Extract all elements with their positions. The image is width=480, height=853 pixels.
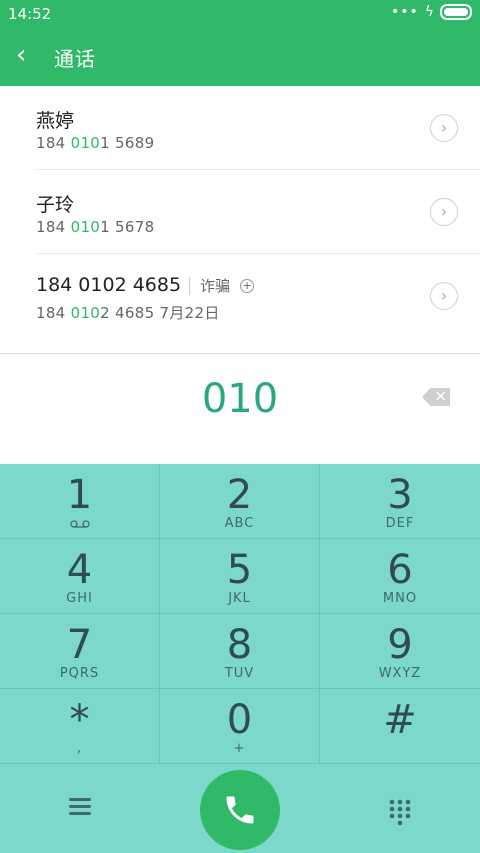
add-contact-icon[interactable]: + [240,278,255,293]
battery-icon [440,4,472,20]
key-digit: 8 [226,622,253,668]
number-suffix: 2 4685 7月22日 [100,304,220,322]
number-match: 010 [70,304,101,322]
chevron-right-icon[interactable]: › [430,114,458,142]
key-letters: ABC [224,516,255,531]
key-digit: 9 [387,622,413,668]
key-digit: 0 [226,697,253,743]
key-0[interactable]: 0 + [160,689,320,764]
key-letters: JKL [228,591,251,606]
list-item[interactable]: 燕婷 184 0101 5689 › [0,86,480,170]
key-3[interactable]: 3 DEF [320,464,480,539]
key-1[interactable]: 1 [0,464,160,539]
number-prefix: 184 [36,218,71,236]
key-hash[interactable]: # [320,689,480,764]
more-dots-icon: ••• [390,4,419,20]
title-bar: ‹ 通话 [0,28,480,86]
key-4[interactable]: 4 GHI [0,539,160,614]
key-8[interactable]: 8 TUV [160,614,320,689]
menu-icon[interactable] [69,798,91,816]
key-letters: MNO [382,591,418,606]
search-results-list: 燕婷 184 0101 5689 › 子玲 184 0101 5678 › 18… [0,86,480,354]
key-star[interactable]: * , [0,689,160,764]
page-title: 通话 [54,47,96,71]
key-letters: GHI [66,591,93,606]
key-letters: , [76,741,83,756]
key-digit: # [383,697,417,743]
contact-number: 184 0101 5689 [36,134,154,152]
dialpad-actions [0,766,480,853]
key-2[interactable]: 2 ABC [160,464,320,539]
status-bar: 14:52 ••• ϟ [0,0,480,28]
key-letters: PQRS [59,666,100,681]
key-digit: 1 [66,472,93,518]
key-digit: 2 [226,472,253,518]
key-digit: * [69,697,90,743]
back-button[interactable]: ‹ [16,40,26,70]
dial-input[interactable]: 010 [0,376,480,422]
dialpad: 1 2 ABC 3 DEF 4 GHI 5 JKL 6 MNO 7 PQRS 8… [0,464,480,853]
key-5[interactable]: 5 JKL [160,539,320,614]
number-suffix: 1 5689 [100,134,155,152]
contact-name: 燕婷 [36,110,75,132]
contact-number: 184 0102 4685 7月22日 [36,302,220,323]
key-digit: 5 [226,547,253,593]
chevron-right-icon[interactable]: › [430,282,458,310]
charging-icon: ϟ [424,4,434,20]
number-prefix: 184 [36,304,71,322]
key-letters: DEF [385,516,415,531]
contact-name: 184 0102 4685 诈骗 + [36,274,255,296]
list-item[interactable]: 184 0102 4685 诈骗 + 184 0102 4685 7月22日 › [0,254,480,338]
contact-name: 子玲 [36,194,75,216]
caller-number: 184 0102 4685 [36,274,182,296]
key-digit: 7 [66,622,93,668]
contact-number: 184 0101 5678 [36,218,154,236]
number-match: 010 [70,218,101,236]
status-icons: ••• ϟ [391,4,472,20]
key-letters: + [233,741,246,756]
number-suffix: 1 5678 [100,218,155,236]
key-digit: 3 [387,472,413,518]
key-digit: 4 [66,547,93,593]
key-letters: TUV [224,666,255,681]
key-9[interactable]: 9 WXYZ [320,614,480,689]
call-button[interactable] [200,770,280,850]
key-6[interactable]: 6 MNO [320,539,480,614]
number-prefix: 184 [36,134,71,152]
key-7[interactable]: 7 PQRS [0,614,160,689]
list-item[interactable]: 子玲 184 0101 5678 › [0,170,480,254]
key-letters: WXYZ [378,666,422,681]
chevron-right-icon[interactable]: › [430,198,458,226]
status-time: 14:52 [8,5,52,23]
fraud-tag: 诈骗 [189,277,231,295]
key-digit: 6 [387,547,413,593]
dial-display: 010 [0,354,480,464]
phone-icon [226,796,254,824]
voicemail-icon [70,520,90,528]
number-match: 010 [70,134,101,152]
dialpad-icon[interactable] [388,798,412,826]
